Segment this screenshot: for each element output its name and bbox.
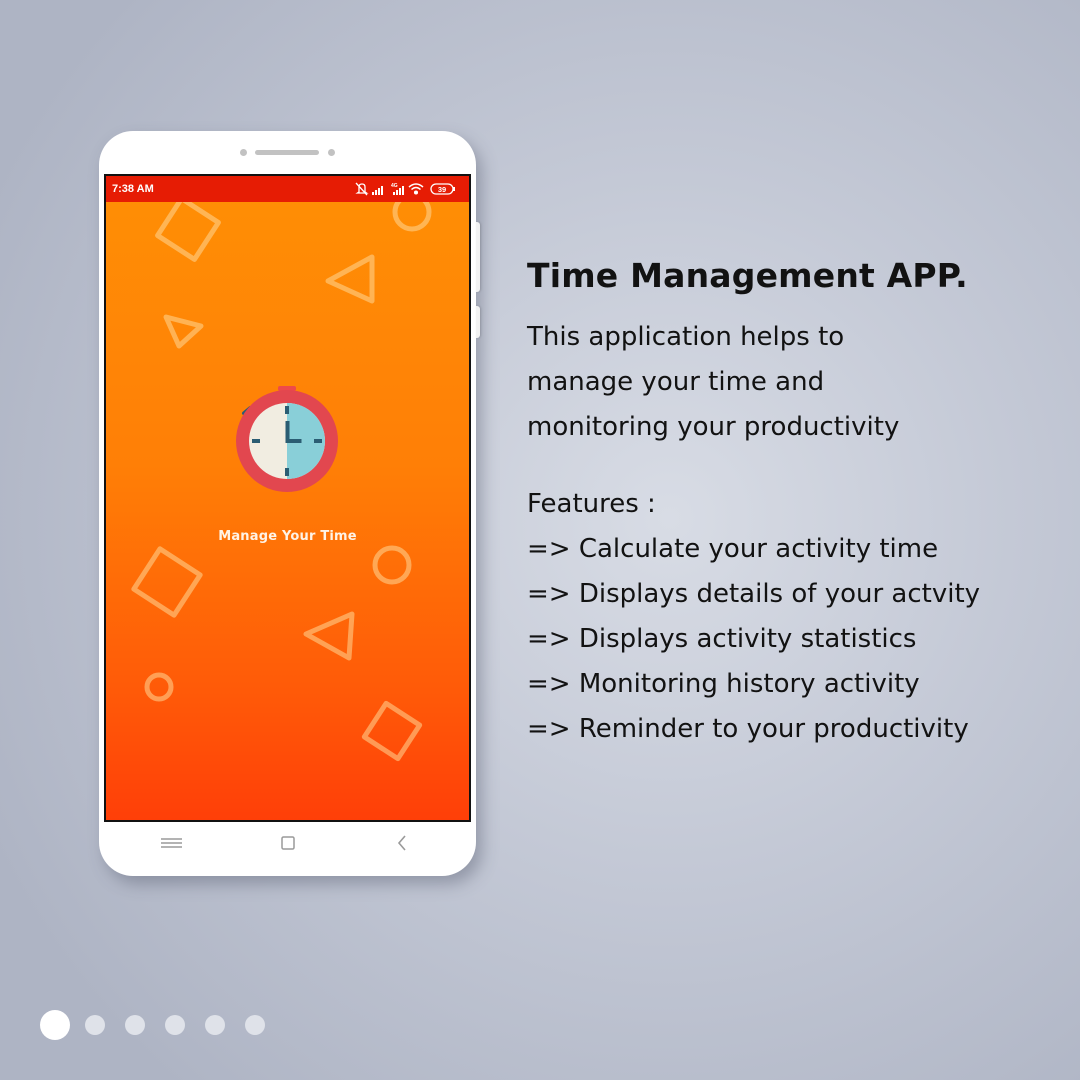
diamond-outline bbox=[131, 546, 203, 618]
svg-text:4G: 4G bbox=[391, 183, 398, 189]
power-button bbox=[476, 306, 480, 338]
features-heading: Features : bbox=[527, 489, 656, 519]
feature-text-panel: Time Management APP. This application he… bbox=[527, 256, 1047, 752]
nav-bar bbox=[99, 821, 476, 866]
decorative-shapes bbox=[131, 202, 432, 762]
back-chevron-icon bbox=[397, 835, 406, 851]
speaker-grille bbox=[255, 150, 319, 155]
stopwatch-icon bbox=[236, 386, 338, 492]
feature-item: => Reminder to your productivity bbox=[527, 714, 969, 744]
pagination-dot[interactable] bbox=[85, 1015, 105, 1035]
features-list: Features : => Calculate your activity ti… bbox=[527, 482, 1047, 752]
pagination-dot[interactable] bbox=[245, 1015, 265, 1035]
status-bar: 7:38 AM 4G 39 bbox=[106, 176, 469, 202]
feature-item: => Displays details of your actvity bbox=[527, 579, 981, 609]
sensor-dot bbox=[240, 149, 247, 156]
triangle-outline bbox=[325, 254, 375, 304]
signal-icon bbox=[372, 186, 383, 195]
4g-signal-icon: 4G bbox=[391, 183, 404, 195]
wifi-icon bbox=[408, 183, 424, 195]
phone-mockup: 7:38 AM 4G 39 Manage Your Time bbox=[99, 131, 476, 876]
status-time: 7:38 AM bbox=[112, 183, 154, 195]
bell-muted-icon bbox=[355, 182, 369, 196]
app-tagline: Manage Your Time bbox=[218, 529, 357, 544]
triangle-outline bbox=[163, 314, 204, 349]
pagination-dot-active[interactable] bbox=[40, 1010, 70, 1040]
pagination-dot[interactable] bbox=[205, 1015, 225, 1035]
circle-outline bbox=[392, 202, 432, 232]
diamond-outline bbox=[155, 202, 221, 262]
circle-outline bbox=[372, 545, 412, 585]
feature-item: => Monitoring history activity bbox=[527, 669, 920, 699]
status-icons: 4G 39 bbox=[353, 181, 463, 200]
circle-outline bbox=[144, 672, 174, 702]
volume-button bbox=[476, 222, 480, 292]
page-title: Time Management APP. bbox=[527, 256, 968, 295]
triangle-outline bbox=[303, 611, 355, 661]
diamond-outline bbox=[361, 700, 423, 762]
pagination-dot[interactable] bbox=[165, 1015, 185, 1035]
front-camera-dot bbox=[328, 149, 335, 156]
battery-icon: 39 bbox=[430, 183, 455, 195]
feature-item: => Calculate your activity time bbox=[527, 534, 939, 564]
phone-screen: 7:38 AM 4G 39 Manage Your Time bbox=[104, 174, 471, 822]
pagination-dot[interactable] bbox=[125, 1015, 145, 1035]
menu-icon bbox=[161, 838, 182, 848]
battery-level: 39 bbox=[438, 185, 446, 194]
feature-item: => Displays activity statistics bbox=[527, 624, 917, 654]
home-square-icon bbox=[281, 836, 295, 850]
app-description: This application helps to manage your ti… bbox=[527, 322, 900, 442]
